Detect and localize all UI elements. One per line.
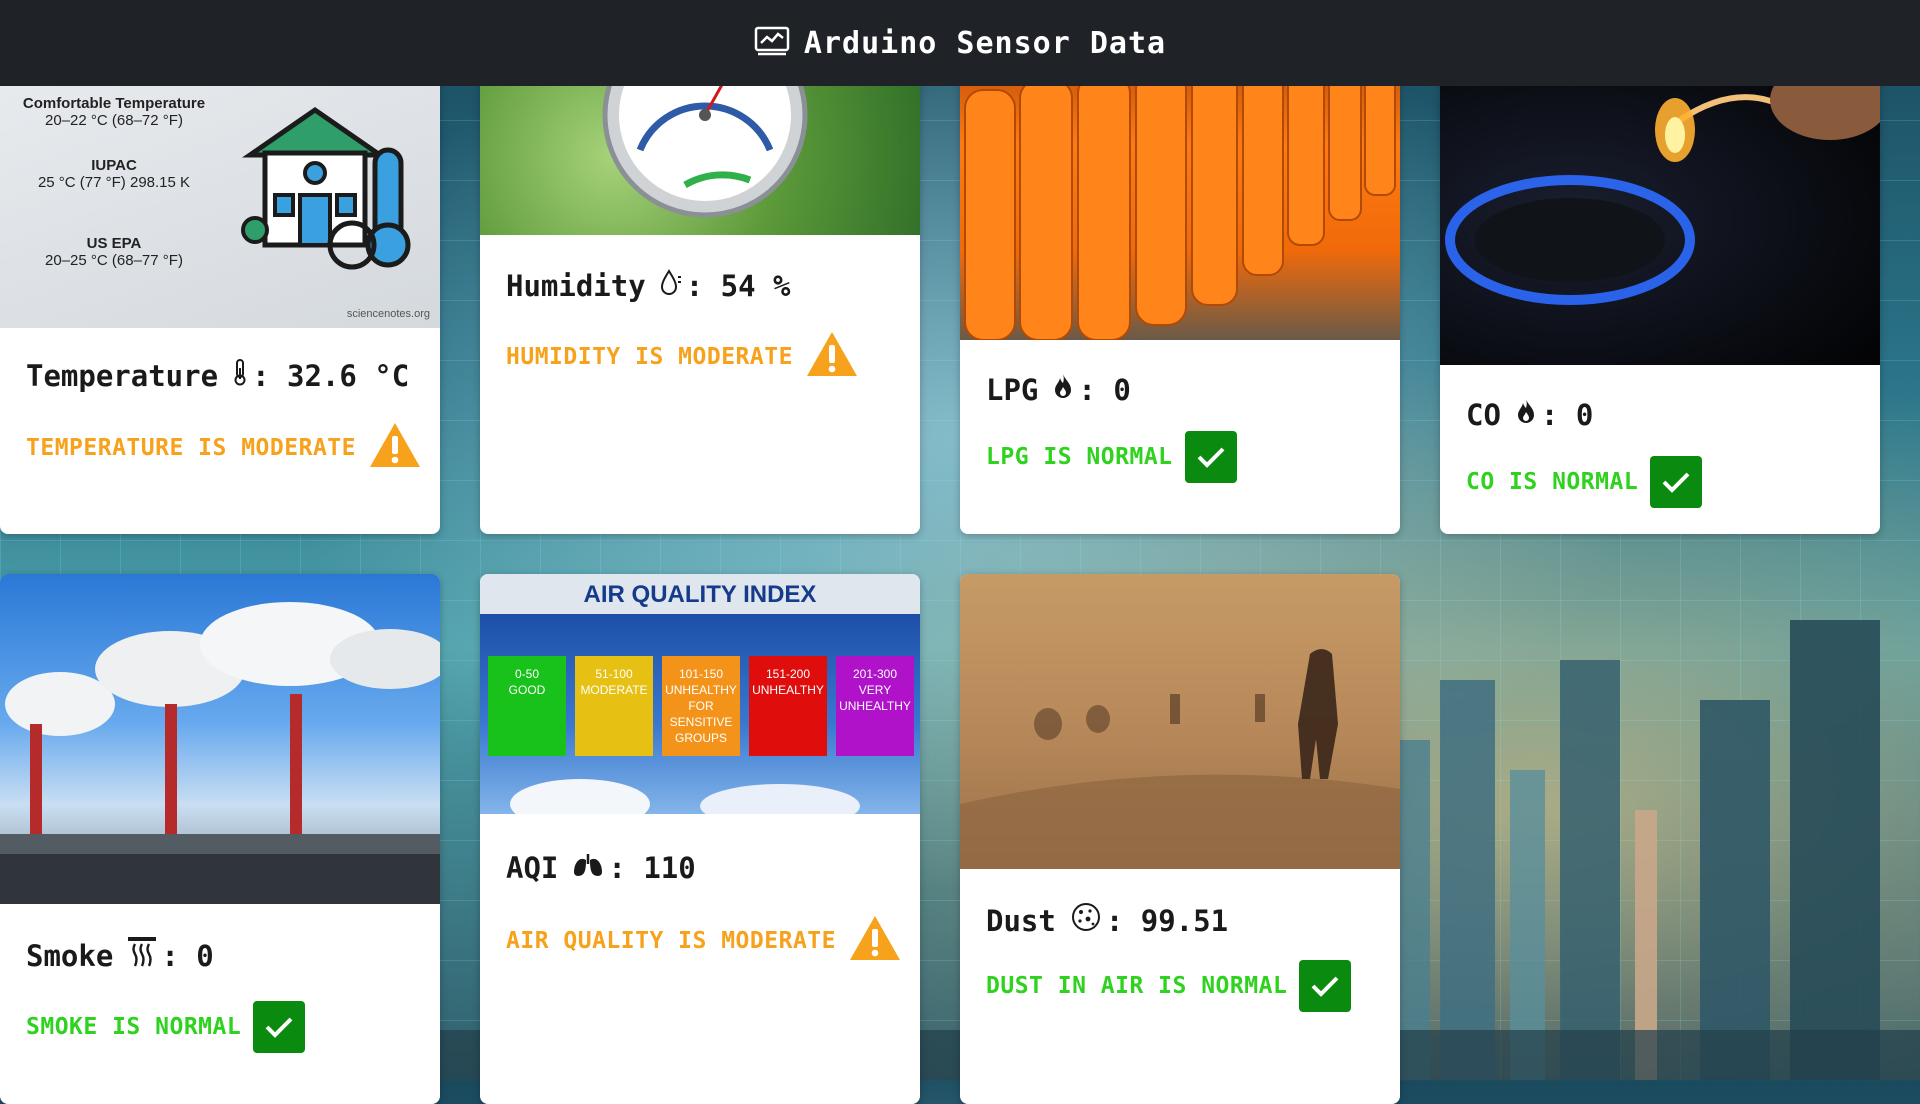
humidity-value: 54 % bbox=[720, 268, 791, 303]
co-label: CO bbox=[1466, 397, 1501, 432]
aqi-band-unhealthy: 151-200 UNHEALTHY bbox=[749, 656, 827, 756]
aqi-band-range: 101-150 bbox=[678, 667, 724, 681]
dust-status: DUST IN AIR IS NORMAL bbox=[986, 960, 1352, 1012]
aqi-band-good: 0-50 GOOD bbox=[488, 656, 566, 756]
humidity-label: Humidity bbox=[506, 268, 646, 303]
aqi-band-range: 151-200 bbox=[765, 667, 811, 681]
smoke-label: Smoke bbox=[26, 938, 114, 973]
dust-label: Dust bbox=[986, 903, 1056, 938]
humidity-status: HUMIDITY IS MODERATE bbox=[506, 330, 859, 384]
temp-image-range3: 20–25 °C (68–77 °F) bbox=[45, 252, 183, 269]
temperature-label: Temperature bbox=[26, 358, 219, 393]
temperature-reading: Temperature : 32.6 °C bbox=[26, 358, 410, 393]
aqi-band-very-unhealthy: 201-300 VERY UNHEALTHY bbox=[836, 656, 914, 756]
co-gas-burner-image bbox=[1440, 40, 1880, 365]
aqi-status: AIR QUALITY IS MODERATE bbox=[506, 914, 902, 968]
temp-image-label3: US EPA bbox=[86, 235, 142, 252]
smoke-status-text: SMOKE IS NORMAL bbox=[26, 1014, 242, 1040]
temperature-status: TEMPERATURE IS MODERATE bbox=[26, 421, 422, 475]
aqi-band-name: UNHEALTHY bbox=[752, 683, 824, 697]
lpg-card: LPG : 0 LPG IS NORMAL bbox=[960, 40, 1400, 534]
co-reading: CO : 0 bbox=[1466, 397, 1594, 432]
aqi-band-moderate: 51-100 MODERATE bbox=[575, 656, 653, 756]
aqi-band-name: MODERATE bbox=[580, 683, 648, 697]
lpg-status-text: LPG IS NORMAL bbox=[986, 444, 1173, 470]
co-value: 0 bbox=[1575, 397, 1594, 432]
flame-icon bbox=[1052, 372, 1074, 407]
header-bar: Arduino Sensor Data bbox=[0, 0, 1920, 86]
checkmark-icon bbox=[253, 1001, 306, 1053]
temp-image-range1: 20–22 °C (68–72 °F) bbox=[45, 112, 183, 129]
lpg-reading: LPG : 0 bbox=[986, 372, 1131, 407]
co-card: CO : 0 CO IS NORMAL bbox=[1440, 40, 1880, 534]
aqi-sky: 0-50 GOOD 51-100 MODERATE 101-150 UNHEAL… bbox=[480, 614, 920, 814]
page-title: Arduino Sensor Data bbox=[803, 25, 1167, 61]
aqi-scale-image: AIR QUALITY INDEX 0-50 GOOD 51-100 MODER… bbox=[480, 574, 920, 819]
temperature-status-text: TEMPERATURE IS MODERATE bbox=[26, 435, 356, 461]
aqi-band-range: 201-300 bbox=[852, 667, 898, 681]
aqi-band-range: 51-100 bbox=[595, 667, 633, 681]
temp-image-title: Comfortable Temperature bbox=[22, 95, 206, 112]
aqi-status-text: AIR QUALITY IS MODERATE bbox=[506, 928, 836, 954]
smoke-reading: Smoke : 0 bbox=[26, 936, 214, 975]
temperature-card: Comfortable Temperature 20–22 °C (68–72 … bbox=[0, 40, 440, 534]
smoke-factory-image bbox=[0, 574, 440, 904]
dust-status-text: DUST IN AIR IS NORMAL bbox=[986, 973, 1288, 999]
smoke-status: SMOKE IS NORMAL bbox=[26, 1001, 306, 1053]
smoke-icon bbox=[127, 936, 157, 975]
flame-icon bbox=[1515, 397, 1537, 432]
checkmark-icon bbox=[1184, 431, 1237, 483]
temp-image-range2: 25 °C (77 °F) 298.15 K bbox=[37, 174, 191, 191]
lungs-icon bbox=[572, 851, 604, 885]
warning-icon bbox=[848, 914, 902, 968]
aqi-value: 110 bbox=[643, 851, 696, 885]
aqi-band-sensitive: 101-150 UNHEALTHY FOR SENSITIVE GROUPS bbox=[662, 656, 740, 756]
checkmark-icon bbox=[1299, 960, 1352, 1012]
co-status-text: CO IS NORMAL bbox=[1466, 469, 1639, 495]
humidity-card: Humidity : 54 % HUMIDITY IS MODERATE bbox=[480, 40, 920, 534]
dust-value: 99.51 bbox=[1140, 903, 1229, 938]
temp-image-label2: IUPAC bbox=[91, 157, 137, 174]
aqi-band-name: VERY UNHEALTHY bbox=[839, 683, 911, 713]
dust-particles-icon bbox=[1070, 901, 1102, 940]
humidity-reading: Humidity : 54 % bbox=[506, 268, 791, 303]
dust-card: Dust : 99.51 DUST IN AIR IS NORMAL bbox=[960, 574, 1400, 1104]
aqi-band-range: 0-50 bbox=[514, 667, 540, 681]
checkmark-icon bbox=[1650, 456, 1703, 508]
image-credit: sciencenotes.org bbox=[346, 308, 430, 320]
lpg-label: LPG bbox=[986, 372, 1039, 407]
lpg-status: LPG IS NORMAL bbox=[986, 431, 1237, 483]
temperature-value: 32.6 °C bbox=[286, 358, 410, 393]
aqi-card: AIR QUALITY INDEX 0-50 GOOD 51-100 MODER… bbox=[480, 574, 920, 1104]
house-thermometer-icon bbox=[241, 106, 411, 270]
dust-storm-image bbox=[960, 574, 1400, 869]
smoke-value: 0 bbox=[196, 938, 214, 973]
humidity-status-text: HUMIDITY IS MODERATE bbox=[506, 344, 793, 370]
lpg-value: 0 bbox=[1113, 372, 1131, 407]
aqi-band-name: UNHEALTHY FOR SENSITIVE GROUPS bbox=[665, 683, 737, 745]
co-status: CO IS NORMAL bbox=[1466, 456, 1703, 508]
thermometer-icon bbox=[232, 358, 248, 393]
aqi-label: AQI bbox=[506, 851, 559, 885]
warning-icon bbox=[368, 421, 422, 475]
aqi-image-title: AIR QUALITY INDEX bbox=[480, 574, 920, 614]
aqi-reading: AQI : 110 bbox=[506, 851, 696, 885]
droplet-icon bbox=[660, 268, 682, 303]
aqi-band-name: GOOD bbox=[508, 683, 546, 697]
warning-icon bbox=[805, 330, 859, 384]
smoke-card: Smoke : 0 SMOKE IS NORMAL bbox=[0, 574, 440, 1104]
dust-reading: Dust : 99.51 bbox=[986, 901, 1228, 940]
chart-monitor-icon bbox=[754, 25, 790, 61]
